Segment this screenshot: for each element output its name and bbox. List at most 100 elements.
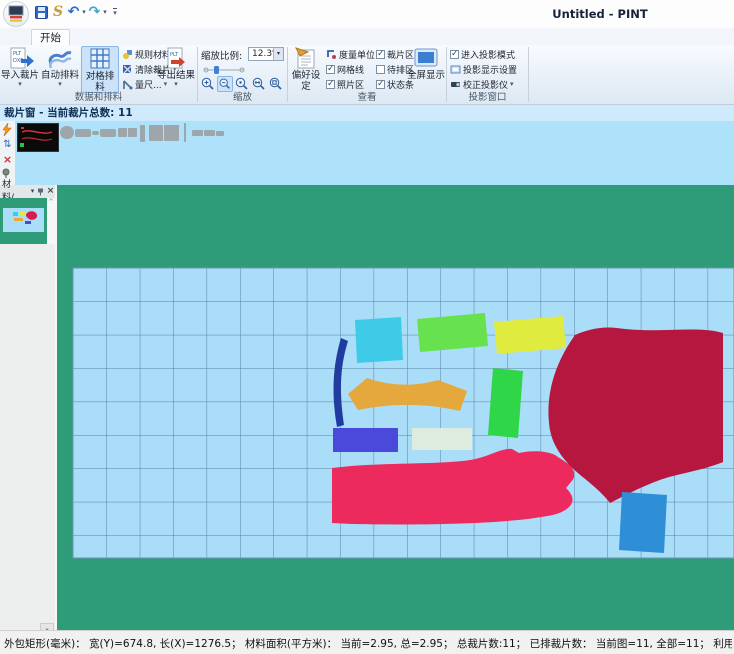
full-screen-button[interactable]: 全屏显示 xyxy=(406,46,446,93)
selected-piece-preview xyxy=(18,124,56,149)
enter-projection-toggle[interactable]: 进入投影模式 xyxy=(450,48,515,61)
close-icon[interactable]: × xyxy=(46,185,55,198)
export-tool-button[interactable]: S xyxy=(50,4,66,20)
piece-thumbnail[interactable] xyxy=(128,128,137,137)
material-list-item[interactable] xyxy=(0,198,47,244)
nesting-canvas-svg[interactable] xyxy=(57,185,734,630)
grid-nest-button[interactable]: 对格排料 xyxy=(81,46,119,93)
piece-celadon-rect[interactable] xyxy=(412,428,472,450)
delete-piece-button[interactable]: × xyxy=(1,153,14,166)
delete-x-icon: × xyxy=(3,153,12,166)
import-document-icon: PLT DXF xyxy=(1,47,39,70)
combo-caret-icon: ▾ xyxy=(273,48,283,60)
piece-blue-square[interactable] xyxy=(619,492,667,553)
auto-nest-button[interactable]: 自动排料 ▾ xyxy=(41,46,79,93)
pin-icon[interactable] xyxy=(37,188,46,196)
piece-thumbnail[interactable] xyxy=(92,131,99,135)
app-menu-button[interactable] xyxy=(3,1,29,27)
auto-nest-icon xyxy=(41,47,79,70)
panel-menu-caret-icon[interactable]: ▾ xyxy=(28,185,37,198)
lightning-icon xyxy=(1,123,13,136)
preferences-icon xyxy=(288,47,324,70)
piece-thumbnail[interactable] xyxy=(140,125,145,142)
export-result-button[interactable]: PLT 导出结果 ▾ xyxy=(157,46,195,93)
group-view: 偏好设定 度量单位 网格线 照片区 裁 xyxy=(288,45,446,104)
enter-projection-checkbox[interactable] xyxy=(450,50,459,59)
piece-thumbnail[interactable] xyxy=(164,125,179,141)
material-thumbnail xyxy=(0,198,47,244)
piece-yellow-rect[interactable] xyxy=(494,316,566,354)
piece-thumbnail[interactable] xyxy=(118,128,127,137)
caret-down-icon: ▾ xyxy=(510,81,514,88)
main-area: 材料/... ▾ × ^ ⌄ xyxy=(0,185,734,630)
piece-purple-rect[interactable] xyxy=(333,428,398,452)
caret-down-icon: ▾ xyxy=(157,81,195,87)
piece-thumbnail[interactable] xyxy=(100,129,116,137)
caret-down-icon: ▾ xyxy=(82,9,86,16)
redo-dropdown[interactable]: ▾ xyxy=(101,4,109,20)
undo-icon: ↶ xyxy=(68,4,80,20)
status-bar-checkbox[interactable] xyxy=(376,80,385,89)
application-window: S ↶ ▾ ↷ ▾ ▾ Untitled - PINT 开始 xyxy=(0,0,734,654)
selected-piece-thumbnail[interactable] xyxy=(17,123,59,152)
window-title: Untitled - PINT xyxy=(490,7,710,21)
app-logo-icon xyxy=(4,2,28,26)
zoom-scale-combo[interactable]: 12.3% ▾ xyxy=(248,47,284,61)
piece-window-header: 裁片窗 - 当前裁片总数: 11 xyxy=(0,105,734,121)
piece-window: ⇅ × xyxy=(0,121,734,185)
grid-icon xyxy=(82,48,118,71)
grid-lines-checkbox[interactable] xyxy=(326,65,335,74)
preferences-button[interactable]: 偏好设定 xyxy=(288,46,324,93)
auto-arrange-button[interactable] xyxy=(1,123,14,136)
material-panel-header: 材料/... ▾ × xyxy=(0,185,55,198)
import-pieces-button[interactable]: PLT DXF 导入裁片 ▾ xyxy=(1,46,39,93)
group-label: 缩放 xyxy=(198,89,287,103)
slider-thumb xyxy=(214,66,219,74)
projection-display-settings-button[interactable]: 投影显示设置 xyxy=(450,63,517,76)
piece-thumbnail[interactable] xyxy=(60,126,74,139)
zoom-scale-label: 缩放比例: xyxy=(201,48,242,62)
undo-dropdown[interactable]: ▾ xyxy=(80,4,88,20)
save-button[interactable] xyxy=(34,4,48,20)
piece-green-vrect[interactable] xyxy=(488,368,523,438)
panel-scroll-up-button[interactable]: ^ xyxy=(47,198,55,208)
nesting-canvas[interactable] xyxy=(57,185,734,630)
measure-unit-icon xyxy=(326,49,337,60)
group-label: 投影窗口 xyxy=(447,89,528,103)
projection-display-icon xyxy=(450,64,461,75)
group-label: 查看 xyxy=(288,89,446,103)
caret-down-icon: ▾ xyxy=(1,81,39,87)
piece-thumbnail[interactable] xyxy=(75,129,91,137)
material-panel-body xyxy=(0,244,55,630)
piece-green-rect[interactable] xyxy=(417,313,488,352)
sort-pieces-button[interactable]: ⇅ xyxy=(1,138,14,151)
status-bar: 外包矩形(毫米)： 宽(Y)=674.8, 长(X)=1276.5； 材料面积(… xyxy=(0,630,734,654)
piece-window-toolbar: ⇅ × xyxy=(0,121,15,185)
grid-lines-toggle[interactable]: 网格线 xyxy=(326,63,364,76)
piece-area-checkbox[interactable] xyxy=(376,50,385,59)
tab-home[interactable]: 开始 xyxy=(31,29,70,46)
quick-access-customize-button[interactable]: ▾ xyxy=(110,4,120,20)
redo-button[interactable]: ↷ xyxy=(88,4,101,20)
status-bar-text: 外包矩形(毫米)： 宽(Y)=674.8, 长(X)=1276.5； 材料面积(… xyxy=(4,636,732,651)
group-separator xyxy=(528,47,529,102)
piece-thumbnail[interactable] xyxy=(204,130,215,136)
measure-unit-button[interactable]: 度量单位 xyxy=(326,48,375,61)
photo-area-checkbox[interactable] xyxy=(326,80,335,89)
pending-area-checkbox[interactable] xyxy=(376,65,385,74)
piece-cyan-rect[interactable] xyxy=(355,317,403,363)
overflow-caret-icon: ▾ xyxy=(113,8,117,17)
zoom-slider[interactable] xyxy=(202,65,246,74)
marker-icon xyxy=(1,168,11,178)
monitor-icon xyxy=(406,47,446,70)
piece-thumbnail[interactable] xyxy=(216,131,224,136)
piece-thumbnail[interactable] xyxy=(149,125,163,141)
piece-thumbnail[interactable] xyxy=(192,130,203,136)
group-label: 数据和排料 xyxy=(0,89,197,103)
piece-thumbnail[interactable] xyxy=(184,123,186,142)
clear-pieces-icon xyxy=(122,64,133,75)
ribbon-tab-row: 开始 xyxy=(0,28,734,45)
measure-caliper-icon xyxy=(122,79,133,90)
undo-button[interactable]: ↶ xyxy=(67,4,80,20)
group-data-nesting: PLT DXF 导入裁片 ▾ 自动排料 ▾ xyxy=(0,45,197,104)
